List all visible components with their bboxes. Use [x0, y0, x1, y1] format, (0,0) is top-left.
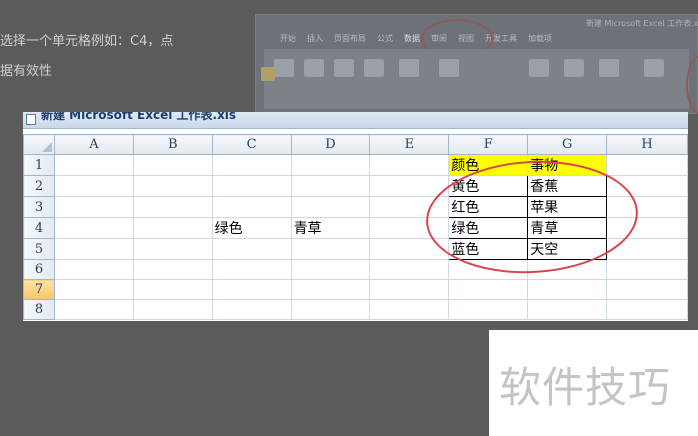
cell-d8[interactable] — [290, 299, 371, 320]
cell-b7[interactable] — [132, 279, 213, 300]
column-header-e[interactable]: E — [369, 134, 450, 155]
cell-c6[interactable] — [211, 259, 292, 280]
row-header-1[interactable]: 1 — [23, 154, 55, 176]
excel-window: 新建 Microsoft Excel 工作表.xls A B C D E F G… — [23, 112, 688, 321]
cell-c3[interactable] — [211, 196, 292, 218]
column-header-a[interactable]: A — [53, 134, 134, 155]
row-header-6[interactable]: 6 — [23, 259, 55, 280]
cell-a3[interactable] — [53, 196, 134, 218]
cell-e7[interactable] — [369, 279, 450, 300]
select-all-button[interactable] — [23, 134, 55, 155]
sheet-row-7: 7 — [23, 279, 688, 300]
cell-b3[interactable] — [132, 196, 213, 218]
ribbon-button[interactable] — [334, 59, 354, 77]
cell-d5[interactable] — [290, 238, 371, 260]
cell-g8[interactable] — [527, 299, 608, 320]
article-text-line: 据有效性 — [0, 64, 53, 79]
ribbon-tab-data[interactable]: 数据 — [404, 33, 420, 44]
sheet-row-8: 8 — [23, 299, 688, 320]
ribbon-window-title: 新建 Microsoft Excel 工作表.xls — [586, 19, 698, 28]
ribbon-button[interactable] — [644, 59, 664, 77]
cell-h1[interactable] — [606, 154, 688, 176]
row-header-8[interactable]: 8 — [23, 299, 55, 320]
row-header-2[interactable]: 2 — [23, 175, 55, 197]
cell-d3[interactable] — [290, 196, 371, 218]
ribbon-tab-formulas[interactable]: 公式 — [377, 33, 393, 44]
row-header-5[interactable]: 5 — [23, 238, 55, 260]
cell-c4[interactable]: 绿色 — [211, 217, 292, 239]
column-header-b[interactable]: B — [132, 134, 213, 155]
workbook-icon — [26, 114, 36, 125]
cell-f7[interactable] — [448, 279, 529, 300]
cell-c7[interactable] — [211, 279, 292, 300]
row-header-4[interactable]: 4 — [23, 217, 55, 239]
ribbon-button[interactable] — [274, 59, 294, 77]
cell-c2[interactable] — [211, 175, 292, 197]
cell-e1[interactable] — [369, 154, 450, 176]
cell-c8[interactable] — [211, 299, 292, 320]
cell-d7[interactable] — [290, 279, 371, 300]
cell-f8[interactable] — [448, 299, 529, 320]
cell-b4[interactable] — [132, 217, 213, 239]
cell-c1[interactable] — [211, 154, 292, 176]
ribbon-button[interactable] — [364, 59, 384, 77]
cell-d4[interactable]: 青草 — [290, 217, 371, 239]
ribbon-button[interactable] — [564, 59, 584, 77]
column-header-f[interactable]: F — [448, 134, 529, 155]
ribbon-button[interactable] — [399, 59, 419, 77]
cell-a4[interactable] — [53, 217, 134, 239]
window-titlebar: 新建 Microsoft Excel 工作表.xls — [23, 112, 688, 129]
cell-c5[interactable] — [211, 238, 292, 260]
watermark-box: 软件技巧 — [489, 330, 698, 436]
cell-d2[interactable] — [290, 175, 371, 197]
cell-d6[interactable] — [290, 259, 371, 280]
column-header-g[interactable]: G — [527, 134, 608, 155]
ribbon-button[interactable] — [304, 59, 324, 77]
cell-g7[interactable] — [527, 279, 608, 300]
ribbon-tab-addins[interactable]: 加载项 — [528, 33, 552, 44]
office-button-icon[interactable] — [261, 67, 275, 81]
column-header-h[interactable]: H — [606, 134, 688, 155]
cell-e2[interactable] — [369, 175, 450, 197]
cell-e8[interactable] — [369, 299, 450, 320]
watermark-text: 软件技巧 — [499, 363, 672, 412]
ribbon-button[interactable] — [439, 59, 459, 77]
window-title: 新建 Microsoft Excel 工作表.xls — [41, 112, 237, 122]
ribbon-tab-page-layout[interactable]: 页面布局 — [334, 33, 366, 44]
column-header-row: A B C D E F G H — [23, 134, 688, 155]
cell-e6[interactable] — [369, 259, 450, 280]
cell-a1[interactable] — [53, 154, 134, 176]
cell-b2[interactable] — [132, 175, 213, 197]
cell-b8[interactable] — [132, 299, 213, 320]
select-all-triangle-icon — [41, 142, 52, 152]
ribbon-screenshot: 新建 Microsoft Excel 工作表.xls 开始 插入 页面布局 公式… — [255, 14, 698, 115]
ribbon-tab-insert[interactable]: 插入 — [307, 33, 323, 44]
cell-a5[interactable] — [53, 238, 134, 260]
row-header-7[interactable]: 7 — [23, 279, 55, 300]
cell-a2[interactable] — [53, 175, 134, 197]
cell-d1[interactable] — [290, 154, 371, 176]
ribbon-body — [264, 49, 689, 109]
ribbon-tabs: 开始 插入 页面布局 公式 数据 审阅 视图 开发工具 加载项 — [280, 33, 552, 44]
cell-a8[interactable] — [53, 299, 134, 320]
column-header-c[interactable]: C — [211, 134, 292, 155]
cell-h8[interactable] — [606, 299, 688, 320]
cell-b1[interactable] — [132, 154, 213, 176]
cell-h6[interactable] — [606, 259, 688, 280]
cell-b6[interactable] — [132, 259, 213, 280]
ribbon-tab-home[interactable]: 开始 — [280, 33, 296, 44]
cell-h7[interactable] — [606, 279, 688, 300]
article-text-line: 选择一个单元格例如：C4，点 — [0, 34, 174, 49]
cell-b5[interactable] — [132, 238, 213, 260]
ribbon-button[interactable] — [599, 59, 619, 77]
row-header-3[interactable]: 3 — [23, 196, 55, 218]
column-header-d[interactable]: D — [290, 134, 371, 155]
cell-a6[interactable] — [53, 259, 134, 280]
cell-a7[interactable] — [53, 279, 134, 300]
ribbon-button[interactable] — [529, 59, 549, 77]
